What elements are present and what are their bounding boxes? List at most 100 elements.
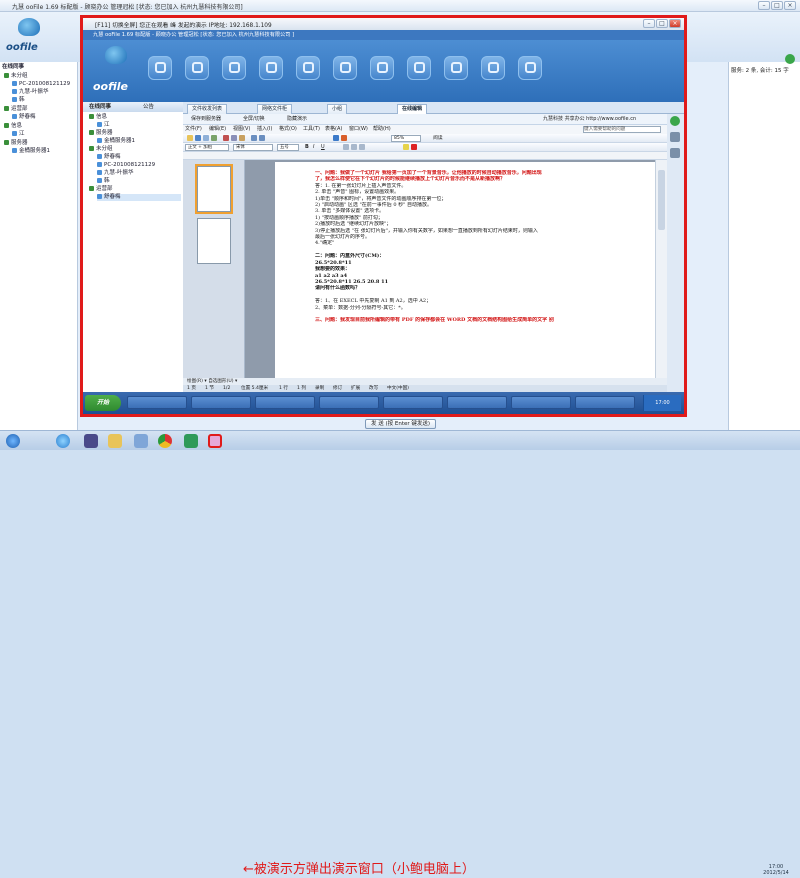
share-icon[interactable] xyxy=(407,56,431,80)
edit-icon[interactable] xyxy=(670,148,680,158)
paste-icon[interactable] xyxy=(239,135,245,141)
message-icon[interactable] xyxy=(444,56,468,80)
start-orb-icon[interactable] xyxy=(6,434,20,448)
tree-item[interactable]: 韩 xyxy=(97,178,110,185)
taskbar-button[interactable] xyxy=(255,396,315,409)
scrollbar-thumb[interactable] xyxy=(658,170,665,230)
tree-item[interactable]: 舒春梅 xyxy=(12,114,36,121)
menu-help[interactable]: 帮助(H) xyxy=(373,125,391,134)
chrome-icon[interactable] xyxy=(158,434,172,448)
tree-item-selected[interactable]: 舒春梅 xyxy=(97,194,181,201)
tree-item[interactable]: 服务器 xyxy=(4,140,28,147)
cut-icon[interactable] xyxy=(223,135,229,141)
page-thumbnail[interactable] xyxy=(195,164,233,214)
tree-item[interactable]: 未分组 xyxy=(4,73,28,80)
tree-item[interactable]: 九慧-叶振华 xyxy=(97,170,134,177)
read-button[interactable]: 阅读 xyxy=(433,135,443,142)
close-button[interactable]: × xyxy=(784,1,796,10)
tab-online-edit[interactable]: 在线编辑 xyxy=(397,104,428,114)
tree-item[interactable]: 信息 xyxy=(4,123,22,130)
taskbar-button[interactable] xyxy=(511,396,571,409)
remote-minimize-button[interactable]: – xyxy=(643,19,655,28)
tree-item[interactable]: 九慧-叶振华 xyxy=(12,89,49,96)
maximize-button[interactable]: □ xyxy=(771,1,783,10)
tools-icon[interactable] xyxy=(370,56,394,80)
ie-icon[interactable] xyxy=(56,434,70,448)
redo-icon[interactable] xyxy=(259,135,265,141)
menu-format[interactable]: 格式(O) xyxy=(279,125,297,134)
camera-icon[interactable] xyxy=(259,56,283,80)
tab-network-cabinet[interactable]: 网络文件柜 xyxy=(257,104,293,114)
tree-item[interactable]: 江 xyxy=(97,122,110,129)
tree-item[interactable]: PC-201008121129 xyxy=(12,81,70,88)
tree-item[interactable]: 运营部 xyxy=(89,186,113,193)
tree-item[interactable]: 韩 xyxy=(12,97,25,104)
remote-close-button[interactable]: × xyxy=(669,19,681,28)
align-right-icon[interactable] xyxy=(359,144,365,150)
tree-item[interactable]: 未分组 xyxy=(89,146,113,153)
send-button[interactable]: 发 送 (按 Enter 键发送) xyxy=(365,419,437,429)
style-select[interactable]: 正文 + 加粗 xyxy=(185,144,229,151)
align-center-icon[interactable] xyxy=(351,144,357,150)
tree-item[interactable]: 信息 xyxy=(89,114,107,121)
tree-item[interactable]: 金桶服务器1 xyxy=(97,138,135,145)
contacts-icon[interactable] xyxy=(148,56,172,80)
tab-file-transfer[interactable]: 文件收发列表 xyxy=(187,104,228,114)
highlight-icon[interactable] xyxy=(403,144,409,150)
monitor-icon[interactable] xyxy=(333,56,357,80)
print-icon[interactable] xyxy=(203,135,209,141)
font-select[interactable]: 宋体 xyxy=(233,144,273,151)
add-icon[interactable] xyxy=(785,54,795,64)
hide-demo-button[interactable]: 隐藏演示 xyxy=(287,114,307,125)
app-icon[interactable] xyxy=(84,434,98,448)
app-icon[interactable] xyxy=(134,434,148,448)
taskbar-button[interactable] xyxy=(383,396,443,409)
menu-tools[interactable]: 工具(T) xyxy=(303,125,320,134)
page-thumbnail[interactable] xyxy=(197,218,231,264)
help-search-input[interactable]: 键入需要帮助的问题 xyxy=(583,126,661,133)
preview-icon[interactable] xyxy=(211,135,217,141)
tree-item[interactable]: 服务器 xyxy=(89,130,113,137)
tree-item[interactable]: 运营部 xyxy=(4,106,28,113)
excel-icon[interactable] xyxy=(341,135,347,141)
app-icon[interactable] xyxy=(184,434,198,448)
remote-start-button[interactable]: 开始 xyxy=(85,395,121,411)
align-left-icon[interactable] xyxy=(343,144,349,150)
fullscreen-toggle-button[interactable]: 全屏/切换 xyxy=(243,114,265,125)
tree-item[interactable]: PC-201008121129 xyxy=(97,162,155,169)
size-select[interactable]: 五号 xyxy=(277,144,299,151)
save-icon[interactable] xyxy=(195,135,201,141)
files-icon[interactable] xyxy=(185,56,209,80)
font-color-icon[interactable] xyxy=(411,144,417,150)
remote-maximize-button[interactable]: □ xyxy=(656,19,668,28)
folder-icon[interactable] xyxy=(108,434,122,448)
calendar-icon[interactable] xyxy=(222,56,246,80)
menu-table[interactable]: 表格(A) xyxy=(325,125,342,134)
settings-icon[interactable] xyxy=(518,56,542,80)
tree-item[interactable]: 金桶服务器1 xyxy=(12,148,50,155)
chart-icon[interactable] xyxy=(481,56,505,80)
open-icon[interactable] xyxy=(187,135,193,141)
menu-view[interactable]: 视图(V) xyxy=(233,125,250,134)
tree-item[interactable]: 江 xyxy=(12,131,25,138)
demo-window-icon[interactable] xyxy=(208,434,222,448)
menu-edit[interactable]: 编辑(E) xyxy=(209,125,226,134)
tab-group[interactable]: 小组 xyxy=(327,104,348,114)
bold-icon[interactable]: B xyxy=(305,144,311,150)
taskbar-button[interactable] xyxy=(447,396,507,409)
undo-icon[interactable] xyxy=(251,135,257,141)
document-page[interactable]: 一、问题：我做了一个幻灯片 我给第一页加了一个背景音乐，让他播放的时候自动播放音… xyxy=(275,162,655,378)
tree-header[interactable]: 在线同事 xyxy=(2,64,24,71)
menu-insert[interactable]: 插入(I) xyxy=(257,125,272,134)
table-icon[interactable] xyxy=(333,135,339,141)
menu-file[interactable]: 文件(F) xyxy=(185,125,202,134)
minimize-button[interactable]: – xyxy=(758,1,770,10)
italic-icon[interactable]: I xyxy=(313,144,319,150)
taskbar-button[interactable] xyxy=(319,396,379,409)
tree-item[interactable]: 舒春梅 xyxy=(97,154,121,161)
edit-icon[interactable] xyxy=(296,56,320,80)
taskbar-button[interactable] xyxy=(127,396,187,409)
document-scrollbar[interactable] xyxy=(655,160,667,378)
tool-icon[interactable] xyxy=(670,132,680,142)
copy-icon[interactable] xyxy=(231,135,237,141)
